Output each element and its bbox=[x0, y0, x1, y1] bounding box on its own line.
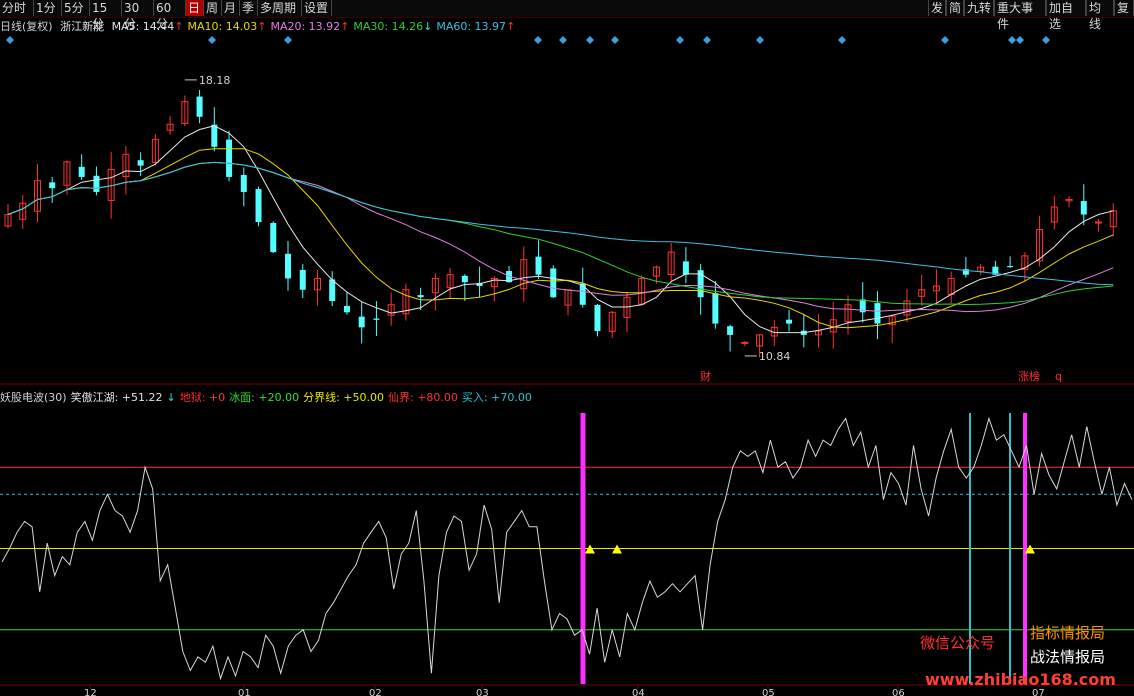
event-diamond bbox=[838, 36, 846, 44]
x-tick-label-12: 12 bbox=[84, 688, 97, 696]
candle-body bbox=[417, 295, 424, 298]
chart-canvas: 18.18 10.84 财 涨榜 q 12 01 02 03 04 05 06 07 bbox=[0, 36, 1134, 696]
watermark-brand1: 指标情报局 bbox=[1030, 624, 1106, 642]
indicator-legend-item-1: 笑傲江湖: +51.22 bbox=[70, 391, 163, 404]
x-tick-label-01: 01 bbox=[238, 688, 251, 696]
candle-body bbox=[1007, 266, 1014, 268]
ma-line-10 bbox=[7, 148, 1114, 329]
candle-body bbox=[1080, 201, 1087, 215]
candle-body bbox=[137, 160, 144, 166]
event-diamond bbox=[941, 36, 949, 44]
candle-body bbox=[196, 96, 203, 117]
candle-body bbox=[93, 175, 100, 192]
candle-body bbox=[682, 261, 689, 275]
candle-body bbox=[594, 304, 601, 332]
event-diamond bbox=[6, 36, 14, 44]
candle-body bbox=[727, 326, 734, 335]
event-diamond bbox=[559, 36, 567, 44]
x-tick-label-06: 06 bbox=[892, 688, 905, 696]
indicator-legend-item-5: 分界线: +50.00 bbox=[303, 391, 384, 404]
event-mark-0: 财 bbox=[700, 369, 711, 383]
x-tick-label-05: 05 bbox=[762, 688, 775, 696]
x-tick-label-02: 02 bbox=[369, 688, 382, 696]
indicator-legend-item-2: ↓ bbox=[166, 391, 176, 404]
low-price-label: 10.84 bbox=[759, 350, 791, 363]
event-diamond bbox=[586, 36, 594, 44]
x-tick-label-07: 07 bbox=[1032, 688, 1045, 696]
high-price-label: 18.18 bbox=[199, 74, 231, 87]
indicator-legend-item-6: 仙界: +80.00 bbox=[388, 391, 458, 404]
event-diamond bbox=[208, 36, 216, 44]
watermark-brand2: 战法情报局 bbox=[1030, 648, 1106, 666]
candle-body bbox=[358, 316, 365, 328]
candle-body bbox=[741, 341, 749, 344]
indicator-legend-item-3: 地狱: +0 bbox=[179, 391, 226, 404]
ma-line-60 bbox=[7, 161, 1114, 286]
candle-body bbox=[329, 279, 336, 302]
event-diamond bbox=[1016, 36, 1024, 44]
watermark-url: www.zhibiao168.com bbox=[925, 670, 1116, 689]
x-tick-label-04: 04 bbox=[632, 688, 645, 696]
candle-body bbox=[550, 268, 557, 298]
event-diamond bbox=[534, 36, 542, 44]
candle-body bbox=[226, 139, 233, 177]
event-diamond bbox=[1008, 36, 1016, 44]
indicator-legend-item-0: 妖股电波(30) bbox=[0, 391, 67, 404]
candle-body bbox=[240, 174, 247, 192]
candle-body bbox=[211, 124, 218, 147]
candle-body bbox=[461, 275, 468, 283]
candle-body bbox=[343, 305, 350, 313]
candle-body bbox=[373, 318, 380, 320]
candle-body bbox=[285, 253, 291, 279]
indicator-legend-item-4: 冰面: +20.00 bbox=[229, 391, 300, 404]
candle-body bbox=[255, 189, 262, 223]
candle-body bbox=[299, 269, 306, 290]
event-diamond bbox=[1042, 36, 1050, 44]
ma-line-30 bbox=[7, 161, 1114, 306]
indicator-legend: 妖股电波(30) 笑傲江湖: +51.22 ↓ 地狱: +0 冰面: +20.00 分界线… bbox=[0, 389, 536, 405]
indicator-legend-item-7: 买入: +70.00 bbox=[461, 391, 532, 404]
event-mark-1: 涨榜 bbox=[1018, 369, 1040, 383]
event-diamond bbox=[611, 36, 619, 44]
event-diamond bbox=[703, 36, 711, 44]
ma-line-20 bbox=[7, 161, 1114, 313]
event-diamond bbox=[756, 36, 764, 44]
event-diamond bbox=[676, 36, 684, 44]
candle-body bbox=[1095, 221, 1103, 224]
watermark-wechat: 微信公众号 bbox=[920, 634, 996, 652]
candle-body bbox=[78, 166, 85, 177]
candle-body bbox=[874, 303, 881, 324]
candle-body bbox=[49, 182, 56, 189]
candle-body bbox=[535, 256, 542, 275]
signal-bar-2 bbox=[1009, 413, 1011, 684]
signal-bar-0 bbox=[580, 413, 586, 684]
candle-body bbox=[786, 319, 793, 324]
event-mark-2: q bbox=[1055, 370, 1062, 383]
candle-body bbox=[270, 222, 277, 253]
event-diamond bbox=[284, 36, 292, 44]
x-tick-label-03: 03 bbox=[476, 688, 489, 696]
ma-line-5 bbox=[7, 125, 1114, 334]
candle-body bbox=[712, 293, 719, 324]
